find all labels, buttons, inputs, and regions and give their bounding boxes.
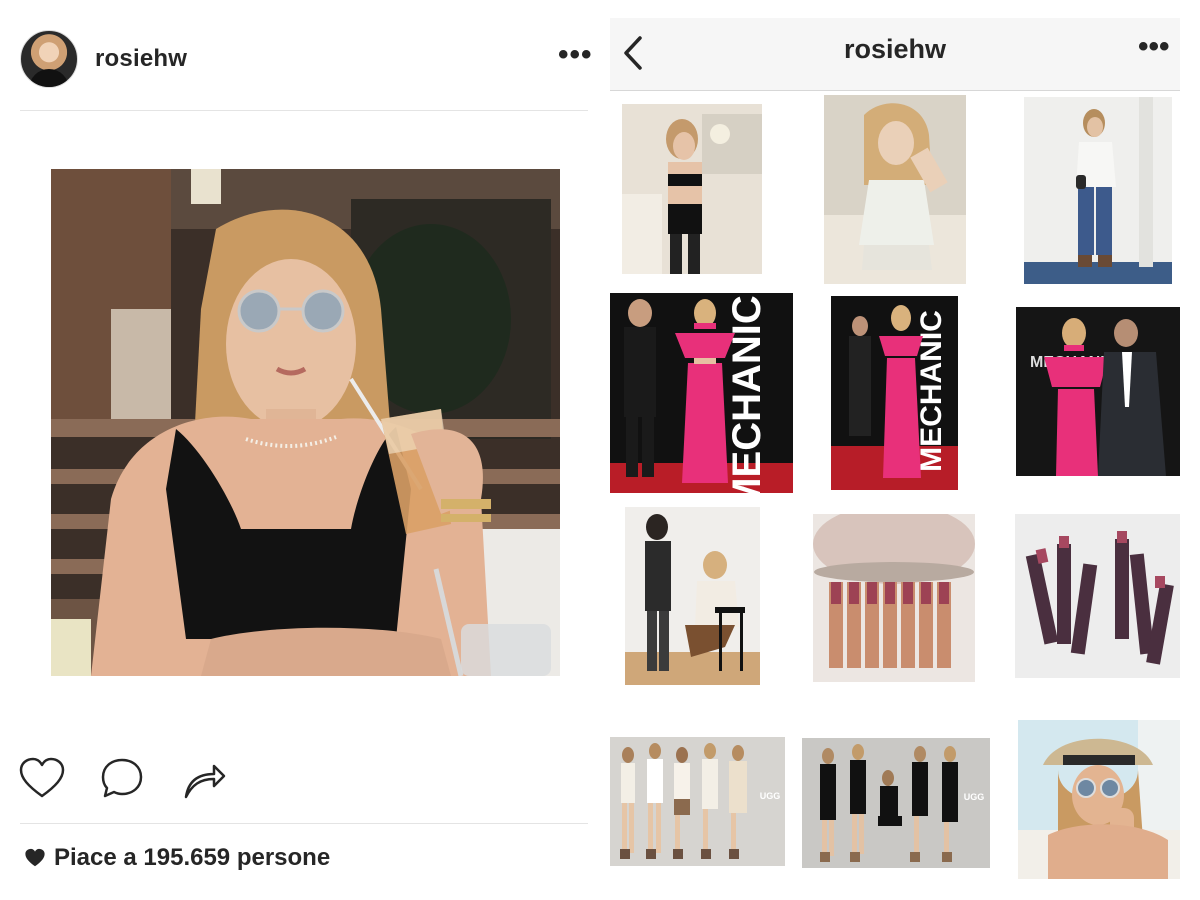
post-username[interactable]: rosiehw (95, 45, 187, 73)
post-card: rosiehw ••• Piace a 195.659 persone (0, 0, 605, 900)
likes-text: Piace a 195.659 persone (54, 844, 331, 871)
avatar[interactable] (20, 30, 78, 88)
grid-photo-lipstick-lineup[interactable] (813, 514, 975, 682)
comment-bubble-icon[interactable] (98, 755, 146, 803)
grid-photo-pink-outfit-premiere[interactable]: MECHANIC (610, 293, 793, 493)
grid-photo-straw-hat-selfie[interactable] (1018, 720, 1180, 879)
grid-photo-ugg-campaign-light[interactable]: UGG (610, 737, 785, 866)
more-options-button[interactable]: ••• (558, 38, 593, 72)
profile-username-title: rosiehw (843, 34, 947, 64)
post-actions (18, 755, 258, 805)
likes-count[interactable]: Piace a 195.659 persone (24, 844, 330, 872)
premiere-banner-text: MECHANIC (725, 295, 769, 493)
ugg-logo-text: UGG (760, 791, 781, 801)
divider (20, 823, 588, 824)
post-header: rosiehw ••• (0, 0, 605, 110)
share-arrow-icon[interactable] (180, 755, 228, 803)
heart-filled-icon (25, 848, 45, 867)
grid-photo-lingerie[interactable] (622, 104, 762, 274)
premiere-banner-text: MECHANIC (915, 310, 948, 472)
profile-view: rosiehw ••• MECHANIC MECHANIC UGG UGG (610, 18, 1180, 900)
nav-bar: rosiehw ••• (610, 18, 1180, 91)
grid-photo-ugg-campaign-dark[interactable]: UGG (802, 738, 990, 868)
grid-photo-premiere-couple[interactable]: MECHANIC (1016, 307, 1180, 476)
grid-photo-satin-pajamas[interactable] (824, 95, 966, 284)
ugg-logo-text: UGG (964, 792, 985, 802)
post-photo[interactable] (51, 169, 560, 676)
grid-photo-lipstick-collection[interactable] (1015, 514, 1180, 678)
heart-outline-icon[interactable] (18, 755, 66, 803)
grid-photo-white-blouse-jeans[interactable] (1024, 97, 1172, 284)
grid-photo-makeup-session[interactable] (625, 507, 760, 685)
more-options-button[interactable]: ••• (1138, 30, 1170, 64)
grid-photo-red-carpet-pink-outfit[interactable]: MECHANIC (831, 296, 958, 490)
divider (20, 110, 588, 111)
